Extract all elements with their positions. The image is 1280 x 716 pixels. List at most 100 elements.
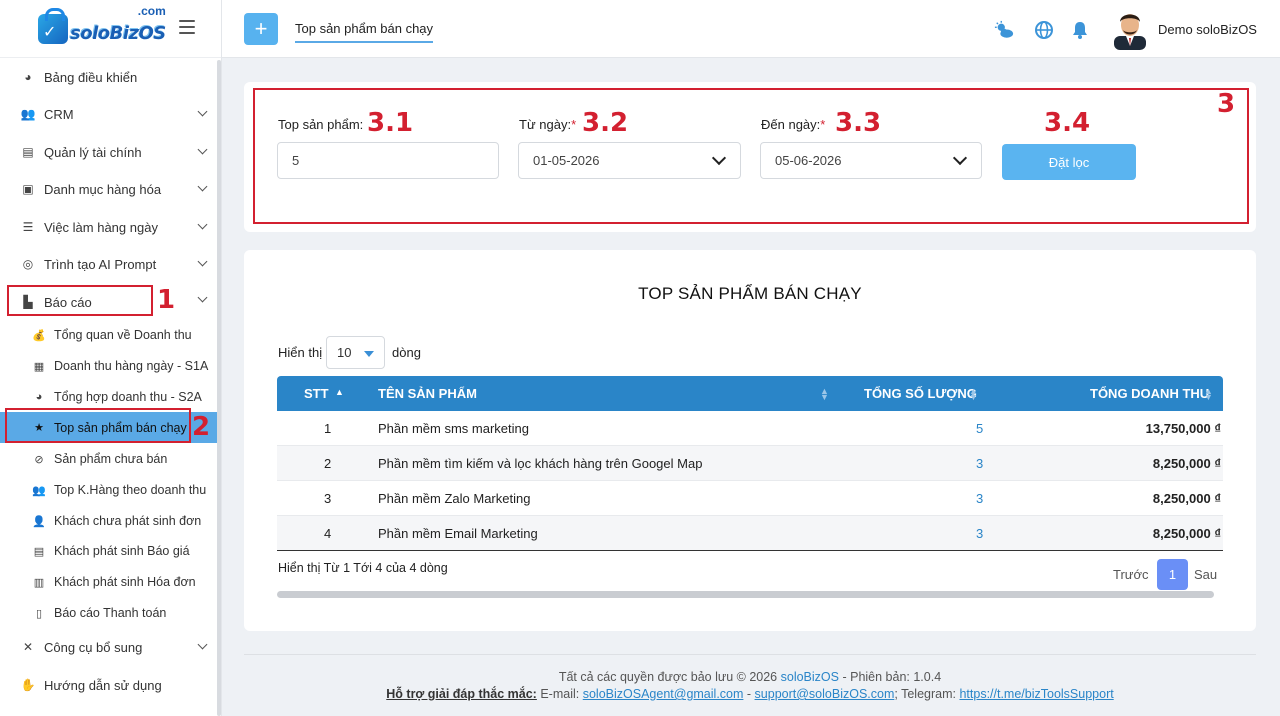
chevron-down-icon	[197, 181, 208, 192]
sidebar-item-daily-tasks[interactable]: ☰ Việc làm hàng ngày	[0, 209, 218, 245]
horizontal-scrollbar[interactable]	[277, 591, 1214, 598]
tab-top-products[interactable]: Top sản phẩm bán chạy	[295, 21, 434, 43]
page-length-select[interactable]: 10	[326, 336, 385, 369]
to-date-picker[interactable]: 05-06-2026	[760, 142, 982, 179]
sidebar-scrollbar[interactable]	[217, 60, 221, 716]
file-invoice-icon: ▤	[22, 145, 34, 159]
sidebar-sub-no-order-customers[interactable]: 👤 Khách chưa phát sinh đơn	[0, 506, 218, 536]
report-title: TOP SẢN PHẨM BÁN CHẠY	[638, 284, 862, 303]
users-icon: 👥	[20, 107, 36, 121]
tools-icon: ✕	[22, 640, 34, 654]
caret-down-icon	[364, 351, 374, 357]
pagination-page-1[interactable]: 1	[1157, 559, 1188, 590]
table-row[interactable]: 2 Phần mềm tìm kiếm và lọc khách hàng tr…	[277, 446, 1223, 481]
telegram-link[interactable]: https://t.me/bizToolsSupport	[959, 687, 1113, 701]
cell-stt: 4	[324, 526, 332, 541]
column-header-total-revenue[interactable]: TỔNG DOANH THU	[1090, 386, 1209, 401]
pagination-previous[interactable]: Trước	[1113, 567, 1149, 582]
logo[interactable]: ✓ soloBizOS .com	[38, 4, 166, 44]
sidebar-item-dashboard[interactable]: ◕ Bảng điều khiển	[0, 59, 218, 95]
sidebar-item-label: Sản phẩm chưa bán	[54, 452, 168, 466]
user-name[interactable]: Demo soloBizOS	[1158, 22, 1257, 37]
support-label: Hỗ trợ giải đáp thắc mắc:	[386, 687, 537, 701]
to-date-label: Đến ngày:*	[761, 117, 826, 132]
cell-stt: 1	[324, 421, 332, 436]
sidebar-sub-top-customers[interactable]: 👥 Top K.Hàng theo doanh thu	[0, 475, 218, 505]
from-date-label: Từ ngày:*	[519, 117, 577, 132]
receipt-icon: ▯	[35, 607, 43, 620]
table-row[interactable]: 4 Phần mềm Email Marketing 3 8,250,000 ₫	[277, 516, 1223, 551]
add-button[interactable]: +	[244, 13, 278, 45]
footer-copyright: Tất cả các quyền được bảo lưu © 2026 sol…	[558, 670, 942, 684]
footer-brand-link[interactable]: soloBizOS	[781, 670, 839, 684]
sidebar-item-label: Hướng dẫn sử dụng	[44, 677, 162, 693]
annotation-box-1	[7, 285, 153, 316]
from-date-picker[interactable]: 01-05-2026	[518, 142, 741, 179]
sidebar-sub-invoice-customers[interactable]: ▥ Khách phát sinh Hóa đơn	[0, 567, 218, 597]
annotation-label-2: 2	[192, 412, 211, 442]
cell-total-qty[interactable]: 3	[976, 491, 983, 506]
column-header-total-qty[interactable]: TỔNG SỐ LƯỢNG	[864, 386, 977, 401]
sidebar-sub-quote-customers[interactable]: ▤ Khách phát sinh Báo giá	[0, 536, 218, 566]
sort-asc-icon: ▲	[335, 387, 344, 397]
brand-area: ✓ soloBizOS .com	[0, 0, 221, 58]
weather-icon[interactable]	[994, 20, 1014, 40]
support-email-link-1[interactable]: soloBizOSAgent@gmail.com	[583, 687, 744, 701]
shopping-bag-logo-icon: ✓	[38, 7, 68, 44]
cell-total-revenue: 8,250,000 ₫	[1152, 491, 1221, 506]
chevron-down-icon	[197, 639, 208, 650]
box-icon: ▣	[22, 182, 34, 196]
sort-icon: ▲ ▼	[1204, 386, 1213, 402]
cell-total-qty[interactable]: 3	[976, 526, 983, 541]
annotation-label-3-2: 3.2	[582, 108, 629, 138]
sidebar-item-label: Việc làm hàng ngày	[44, 219, 158, 235]
cell-total-qty[interactable]: 3	[976, 456, 983, 471]
annotation-box-2	[5, 408, 191, 443]
support-email-link-2[interactable]: support@soloBizOS.com	[755, 687, 895, 701]
page-length-value: 10	[337, 345, 352, 360]
cell-product-name: Phần mềm Email Marketing	[378, 526, 538, 541]
task-list-icon: ☰	[22, 220, 34, 234]
sidebar-item-extra-tools[interactable]: ✕ Công cụ bổ sung	[0, 629, 218, 665]
sidebar-item-crm[interactable]: 👥 CRM	[0, 96, 218, 132]
cell-stt: 2	[324, 456, 332, 471]
money-bag-icon: 💰	[32, 329, 46, 342]
brain-icon: ◎	[22, 257, 34, 271]
top-products-input[interactable]: 5	[277, 142, 499, 179]
column-header-stt[interactable]: STT	[304, 386, 329, 401]
cell-product-name: Phần mềm Zalo Marketing	[378, 491, 531, 506]
calendar-icon: ▦	[33, 360, 45, 373]
sidebar-item-finance[interactable]: ▤ Quản lý tài chính	[0, 134, 218, 170]
sidebar-item-label: Bảng điều khiển	[44, 69, 138, 85]
table-row[interactable]: 1 Phần mềm sms marketing 5 13,750,000 ₫	[277, 411, 1223, 446]
cell-total-qty[interactable]: 5	[976, 421, 983, 436]
logo-com: .com	[137, 3, 166, 18]
chevron-down-icon	[197, 292, 208, 303]
sidebar-item-label: Quản lý tài chính	[44, 144, 142, 160]
apply-filter-button[interactable]: Đặt lọc	[1002, 144, 1136, 180]
sidebar-item-label: Trình tạo AI Prompt	[44, 256, 157, 272]
sidebar-item-label: Tổng quan về Doanh thu	[54, 328, 192, 342]
sidebar-item-user-guide[interactable]: ✋ Hướng dẫn sử dụng	[0, 667, 218, 703]
hamburger-menu-icon[interactable]	[179, 20, 195, 34]
sidebar-sub-unsold-products[interactable]: ⊘ Sản phẩm chưa bán	[0, 444, 218, 474]
pagination-next[interactable]: Sau	[1194, 567, 1217, 582]
top-products-label: Top sản phẩm:	[278, 117, 364, 132]
sidebar-item-ai-prompt[interactable]: ◎ Trình tạo AI Prompt	[0, 246, 218, 282]
footer-divider	[244, 654, 1256, 655]
sidebar-sub-daily-revenue[interactable]: ▦ Doanh thu hàng ngày - S1A	[0, 351, 218, 381]
to-date-value: 05-06-2026	[775, 153, 842, 168]
chevron-down-icon	[197, 219, 208, 230]
avatar[interactable]	[1112, 8, 1148, 50]
sidebar-sub-payment-report[interactable]: ▯ Báo cáo Thanh toán	[0, 598, 218, 628]
table-row[interactable]: 3 Phần mềm Zalo Marketing 3 8,250,000 ₫	[277, 481, 1223, 516]
bell-icon[interactable]	[1070, 20, 1090, 40]
globe-icon[interactable]	[1034, 20, 1054, 40]
sidebar-sub-revenue-overview[interactable]: 💰 Tổng quan về Doanh thu	[0, 320, 218, 350]
column-header-product-name[interactable]: TÊN SẢN PHẨM	[378, 386, 477, 401]
file-invoice-icon: ▥	[33, 576, 45, 589]
cell-total-revenue: 8,250,000 ₫	[1152, 526, 1221, 541]
sidebar-item-products[interactable]: ▣ Danh mục hàng hóa	[0, 171, 218, 207]
file-icon: ▤	[33, 545, 45, 558]
footer-support: Hỗ trợ giải đáp thắc mắc: E-mail: soloBi…	[386, 687, 1114, 701]
